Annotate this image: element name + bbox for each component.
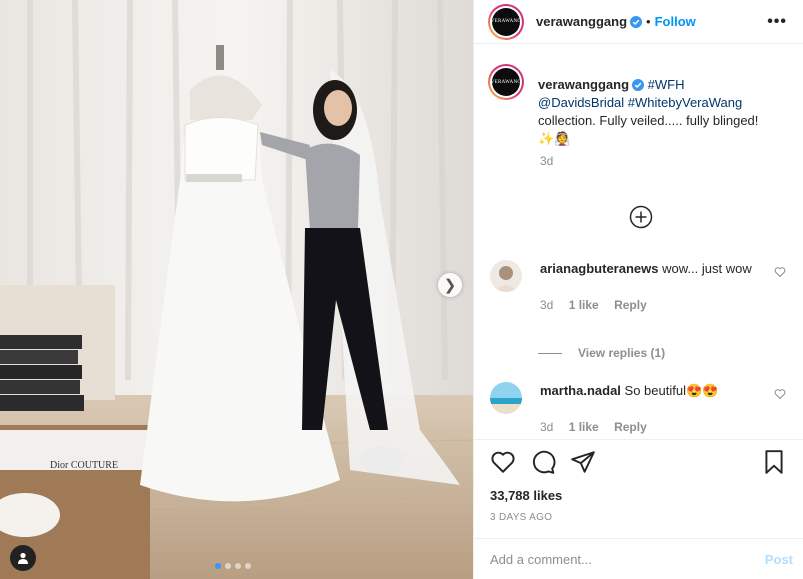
tagged-users-button[interactable] — [10, 545, 36, 571]
hashtag-link[interactable]: #WhitebyVeraWang — [628, 95, 742, 110]
reply-button[interactable]: Reply — [614, 420, 647, 434]
avatar[interactable]: VERAWANG — [488, 64, 524, 100]
commenter-username[interactable]: martha.nadal — [540, 383, 621, 398]
caption-text: verawanggang #WFH @DavidsBridal #Whiteby… — [538, 64, 774, 148]
more-options-icon[interactable]: ••• — [767, 13, 787, 31]
post-side-panel: VERAWANG verawanggang • Follow ••• VERAW… — [473, 0, 803, 579]
comment-timestamp[interactable]: 3d — [540, 298, 553, 312]
comment-text: So beutiful😍😍 — [624, 383, 719, 398]
avatar-logo: VERAWANG — [491, 68, 521, 96]
reply-button[interactable]: Reply — [614, 298, 647, 312]
mention-link[interactable]: @DavidsBridal — [538, 95, 624, 110]
follow-button[interactable]: Follow — [655, 14, 696, 29]
commenter-avatar[interactable] — [490, 260, 522, 292]
comment-text: wow... just wow — [662, 261, 752, 276]
post-comment-button[interactable]: Post — [765, 552, 793, 567]
post-footer: 33,788 likes 3 DAYS AGO Post — [474, 439, 803, 579]
post-header: VERAWANG verawanggang • Follow ••• — [474, 0, 803, 44]
carousel-dot — [215, 563, 221, 569]
commenter-username[interactable]: arianagbuteranews — [540, 261, 659, 276]
view-replies-label: View replies (1) — [578, 346, 666, 360]
likes-count[interactable]: 33,788 likes — [474, 488, 803, 503]
post-timestamp[interactable]: 3 DAYS AGO — [474, 512, 803, 523]
comment-likes[interactable]: 1 like — [569, 420, 599, 434]
comment-timestamp[interactable]: 3d — [540, 420, 553, 434]
heart-icon[interactable] — [774, 388, 786, 400]
avatar-logo: VERAWANG — [491, 7, 521, 36]
user-icon — [18, 552, 28, 564]
carousel-dot — [245, 563, 251, 569]
carousel-dot — [235, 563, 241, 569]
verified-badge-icon — [632, 79, 645, 91]
caption-timestamp[interactable]: 3d — [540, 154, 787, 168]
chevron-right-icon: ❯ — [443, 276, 457, 294]
next-slide-button[interactable]: ❯ — [438, 273, 462, 297]
avatar[interactable]: VERAWANG — [488, 3, 524, 40]
comment-item: martha.nadal So beutiful😍😍 3d 1 like Rep… — [490, 382, 786, 436]
add-comment-bar: Post — [474, 538, 803, 579]
svg-text:Dior COUTURE: Dior COUTURE — [50, 460, 118, 471]
heart-icon[interactable] — [774, 266, 786, 278]
plus-circle-icon[interactable] — [629, 205, 653, 229]
caption-emoji: ✨👰 — [538, 131, 571, 146]
caption-body: collection. Fully veiled..... fully blin… — [538, 113, 759, 128]
post-caption: VERAWANG verawanggang #WFH @DavidsBridal… — [488, 64, 787, 148]
header-separator: • — [646, 14, 651, 29]
comment-likes[interactable]: 1 like — [569, 298, 599, 312]
hashtag-link[interactable]: #WFH — [648, 77, 685, 92]
verified-badge-icon — [630, 15, 643, 28]
view-replies-button[interactable]: View replies (1) — [538, 346, 665, 360]
caption-username[interactable]: verawanggang — [538, 77, 629, 92]
comment-item: arianagbuteranews wow... just wow 3d 1 l… — [490, 260, 786, 314]
photo-image: Dior COUTURE — [0, 0, 473, 579]
author-username[interactable]: verawanggang — [536, 14, 627, 29]
comment-input[interactable] — [490, 551, 765, 567]
share-paper-plane-icon[interactable] — [570, 449, 596, 475]
comment-bubble-icon[interactable] — [530, 449, 556, 475]
comments-section: VERAWANG verawanggang #WFH @DavidsBridal… — [488, 64, 787, 439]
post-photo[interactable]: Dior COUTURE ❯ — [0, 0, 473, 579]
like-heart-icon[interactable] — [490, 449, 516, 475]
carousel-dot — [225, 563, 231, 569]
commenter-avatar[interactable] — [490, 382, 522, 414]
save-bookmark-icon[interactable] — [761, 449, 787, 475]
replies-divider — [538, 352, 562, 354]
action-bar — [474, 442, 803, 482]
carousel-indicator — [215, 563, 251, 569]
